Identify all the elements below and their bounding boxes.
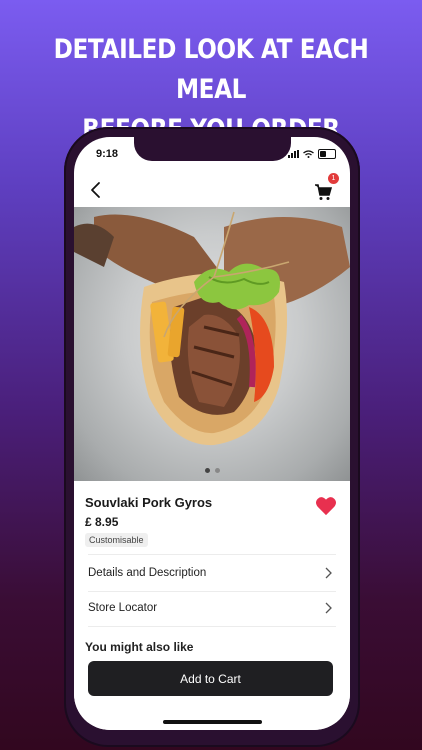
chevron-right-icon (325, 602, 332, 614)
phone-screen: 9:18 1 Souvlaki Pork Gyros £ 8.95 Custom… (74, 137, 350, 730)
cart-count-badge: 1 (328, 173, 339, 184)
heart-icon[interactable] (315, 496, 337, 516)
store-locator-row[interactable]: Store Locator (88, 590, 336, 627)
nav-bar: 1 (74, 173, 350, 207)
phone-notch (134, 137, 291, 161)
cart-icon (315, 184, 332, 200)
carousel-dot[interactable] (214, 468, 220, 473)
status-icons (288, 149, 336, 159)
signal-icon (288, 150, 299, 158)
you-might-also-like-heading: You might also like (85, 640, 194, 654)
phone-frame: 9:18 1 Souvlaki Pork Gyros £ 8.95 Custom… (64, 127, 360, 747)
battery-icon (318, 149, 336, 159)
chevron-right-icon (325, 567, 332, 579)
cart-button[interactable]: 1 (314, 173, 339, 201)
add-to-cart-button[interactable]: Add to Cart (88, 661, 333, 696)
product-price: £ 8.95 (85, 515, 119, 529)
product-info: Souvlaki Pork Gyros £ 8.95 Customisable … (74, 481, 350, 730)
store-locator-label: Store Locator (88, 602, 158, 614)
promo-headline-line1: DETAILED LOOK AT EACH MEAL (53, 34, 369, 105)
details-description-label: Details and Description (88, 567, 207, 579)
home-indicator (163, 720, 262, 724)
gyros-wrap-photo (74, 211, 350, 446)
chevron-left-icon[interactable] (88, 179, 104, 201)
carousel-dots (74, 468, 350, 473)
carousel-dot-active[interactable] (204, 468, 210, 473)
details-description-row[interactable]: Details and Description (88, 554, 336, 592)
product-image-carousel[interactable] (74, 207, 350, 481)
status-time: 9:18 (96, 148, 119, 160)
product-name: Souvlaki Pork Gyros (85, 495, 213, 510)
wifi-icon (303, 150, 314, 158)
customisable-badge: Customisable (85, 533, 148, 547)
